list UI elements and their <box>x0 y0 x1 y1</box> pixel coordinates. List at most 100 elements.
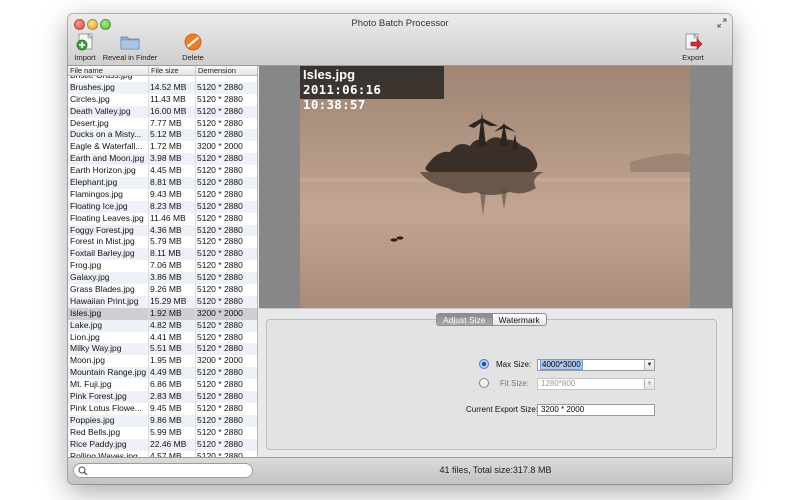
column-divider <box>195 76 196 457</box>
file-name-cell: Rice Paddy.jpg <box>70 438 127 449</box>
table-row[interactable]: Grass Blades.jpg 9.26 MB 5120 * 2880 <box>68 284 257 296</box>
table-row[interactable]: Foxtail Barley.jpg 8.11 MB 5120 * 2880 <box>68 248 257 261</box>
file-name-cell: Ducks on a Misty... <box>70 129 142 140</box>
column-header-file-name[interactable]: File name <box>68 66 148 76</box>
table-row[interactable]: Earth and Moon.jpg 3.98 MB 5120 * 2880 <box>68 153 257 166</box>
file-name-cell: Foxtail Barley.jpg <box>70 248 135 259</box>
dimension-cell: 5120 * 2880 <box>197 188 243 199</box>
file-name-cell: Brushes.jpg <box>70 81 115 92</box>
import-button[interactable]: Import <box>70 33 100 62</box>
table-row[interactable]: Galaxy.jpg 3.86 MB 5120 * 2880 <box>68 272 257 285</box>
table-row[interactable]: Milky Way.jpg 5.51 MB 5120 * 2880 <box>68 343 257 356</box>
tab-watermark[interactable]: Watermark <box>492 313 547 326</box>
table-row[interactable]: Eagle & Waterfall... 1.72 MB 3200 * 2000 <box>68 141 257 153</box>
dimension-cell: 5120 * 2880 <box>197 117 243 128</box>
current-export-size-label: Current Export Size: <box>466 405 539 414</box>
table-row[interactable]: Earth Horizon.jpg 4.45 MB 5120 * 2880 <box>68 165 257 177</box>
reveal-in-finder-button[interactable]: Reveal in Finder <box>101 33 159 62</box>
table-row[interactable]: Red Bells.jpg 5.99 MB 5120 * 2880 <box>68 426 257 439</box>
search-input[interactable] <box>90 465 248 476</box>
chevron-down-icon[interactable]: ▼ <box>644 379 654 389</box>
table-row[interactable]: Pink Forest.jpg 2.83 MB 5120 * 2880 <box>68 391 257 403</box>
delete-label: Delete <box>182 53 204 62</box>
table-row[interactable]: Hawaiian Print.jpg 15.29 MB 5120 * 2880 <box>68 295 257 308</box>
table-row[interactable]: Flamingos.jpg 9.43 MB 5120 * 2880 <box>68 188 257 201</box>
table-row[interactable]: Brushes.jpg 14.52 MB 5120 * 2880 <box>68 81 257 94</box>
dimension-cell: 3200 * 2000 <box>197 355 243 366</box>
table-row[interactable]: Elephant.jpg 8.81 MB 5120 * 2880 <box>68 177 257 189</box>
dimension-cell: 5120 * 2880 <box>197 93 243 104</box>
table-row[interactable]: Lion.jpg 4.41 MB 5120 * 2880 <box>68 331 257 344</box>
file-name-cell: Moon.jpg <box>70 355 105 366</box>
table-row[interactable]: Mountain Range.jpg 4.49 MB 5120 * 2880 <box>68 367 257 380</box>
table-row[interactable]: Moon.jpg 1.95 MB 3200 * 2000 <box>68 355 257 367</box>
fit-size-combo[interactable]: 1280*800 ▼ <box>537 378 655 390</box>
preview-photo: Isles.jpg 2011:06:16 10:38:57 <box>300 66 690 308</box>
dimension-cell: 5120 * 2880 <box>197 319 243 330</box>
file-size-cell: 4.41 MB <box>150 331 182 342</box>
file-name-cell: Death Valley.jpg <box>70 105 131 116</box>
table-row[interactable]: Foggy Forest.jpg 4.36 MB 5120 * 2880 <box>68 224 257 237</box>
file-size-cell: 1.92 MB <box>150 307 182 318</box>
max-size-combo[interactable]: 4000*3000 ▼ <box>537 359 655 371</box>
delete-button[interactable]: Delete <box>178 33 208 62</box>
file-size-cell: 6.86 MB <box>150 379 182 390</box>
max-size-value: 4000*3000 <box>540 359 583 370</box>
column-header-file-size[interactable]: File size <box>148 66 195 76</box>
file-size-cell: 16.00 MB <box>150 105 187 116</box>
table-row[interactable]: Poppies.jpg 9.86 MB 5120 * 2880 <box>68 414 257 427</box>
file-name-cell: Milky Way.jpg <box>70 343 122 354</box>
file-size-cell: 4.49 MB <box>150 367 182 378</box>
dimension-cell: 5120 * 2880 <box>197 295 243 306</box>
table-row[interactable]: Circles.jpg 11.43 MB 5120 * 2880 <box>68 93 257 106</box>
dimension-cell: 5120 * 2880 <box>197 200 243 211</box>
table-row[interactable]: Lake.jpg 4.82 MB 5120 * 2880 <box>68 319 257 332</box>
column-header-dimension[interactable]: Demension <box>195 66 257 76</box>
search-field[interactable] <box>73 463 253 478</box>
table-row[interactable]: Forest in Mist.jpg 5.79 MB 5120 * 2880 <box>68 236 257 248</box>
dimension-cell: 3200 * 2000 <box>197 307 243 318</box>
export-settings-panel: Adjust Size Watermark Max Size: 4000*300… <box>259 308 732 457</box>
table-row[interactable]: Floating Leaves.jpg 11.46 MB 5120 * 2880 <box>68 212 257 225</box>
table-row[interactable]: Ducks on a Misty... 5.12 MB 5120 * 2880 <box>68 129 257 142</box>
table-row[interactable]: Frog.jpg 7.06 MB 5120 * 2880 <box>68 260 257 272</box>
export-button[interactable]: Export <box>678 33 708 62</box>
file-size-cell: 5.12 MB <box>150 129 182 140</box>
file-name-cell: Flamingos.jpg <box>70 188 123 199</box>
table-row[interactable]: Pink Lotus Flowe... 9.45 MB 5120 * 2880 <box>68 403 257 415</box>
dimension-cell: 5120 * 2880 <box>197 224 243 235</box>
table-row[interactable]: Mt. Fuji.jpg 6.86 MB 5120 * 2880 <box>68 379 257 391</box>
fit-size-label: Fit Size: <box>500 379 529 388</box>
table-row[interactable]: Desert.jpg 7.77 MB 5120 * 2880 <box>68 117 257 130</box>
fullscreen-icon[interactable] <box>717 18 727 28</box>
table-row[interactable]: Rice Paddy.jpg 22.46 MB 5120 * 2880 <box>68 438 257 451</box>
table-row[interactable]: Death Valley.jpg 16.00 MB 5120 * 2880 <box>68 105 257 118</box>
file-count-summary: 41 files, Total size:317.8 MB <box>439 465 552 475</box>
file-name-cell: Foggy Forest.jpg <box>70 224 134 235</box>
max-size-radio[interactable] <box>479 359 489 369</box>
table-row[interactable]: Isles.jpg 1.92 MB 3200 * 2000 <box>68 307 257 320</box>
reveal-in-finder-label: Reveal in Finder <box>102 53 158 62</box>
adjust-size-group: Max Size: 4000*3000 ▼ Fit Size: 1280*800… <box>266 319 717 450</box>
import-icon <box>76 33 93 51</box>
dimension-cell: 5120 * 2880 <box>197 81 243 92</box>
file-list[interactable]: File name File size Demension Bristle Gr… <box>68 66 258 457</box>
tab-adjust-size[interactable]: Adjust Size <box>436 313 493 326</box>
search-icon <box>78 466 88 476</box>
chevron-down-icon[interactable]: ▼ <box>644 360 654 370</box>
dimension-cell: 5120 * 2880 <box>197 414 243 425</box>
table-row[interactable]: Floating Ice.jpg 8.23 MB 5120 * 2880 <box>68 200 257 213</box>
dimension-cell: 5120 * 2880 <box>197 343 243 354</box>
file-size-cell: 5.79 MB <box>150 236 182 247</box>
overlay-filename: Isles.jpg <box>303 67 356 82</box>
export-label: Export <box>682 53 704 62</box>
file-size-cell: 5.51 MB <box>150 343 182 354</box>
file-size-cell: 9.43 MB <box>150 188 182 199</box>
file-name-cell: Floating Leaves.jpg <box>70 212 144 223</box>
file-size-cell: 11.43 MB <box>150 93 186 104</box>
status-bar: 41 files, Total size:317.8 MB <box>68 457 732 484</box>
file-size-cell: 5.99 MB <box>150 426 182 437</box>
fit-size-radio[interactable] <box>479 378 489 388</box>
file-name-cell: Mountain Range.jpg <box>70 367 147 378</box>
dimension-cell: 5120 * 2880 <box>197 236 243 247</box>
